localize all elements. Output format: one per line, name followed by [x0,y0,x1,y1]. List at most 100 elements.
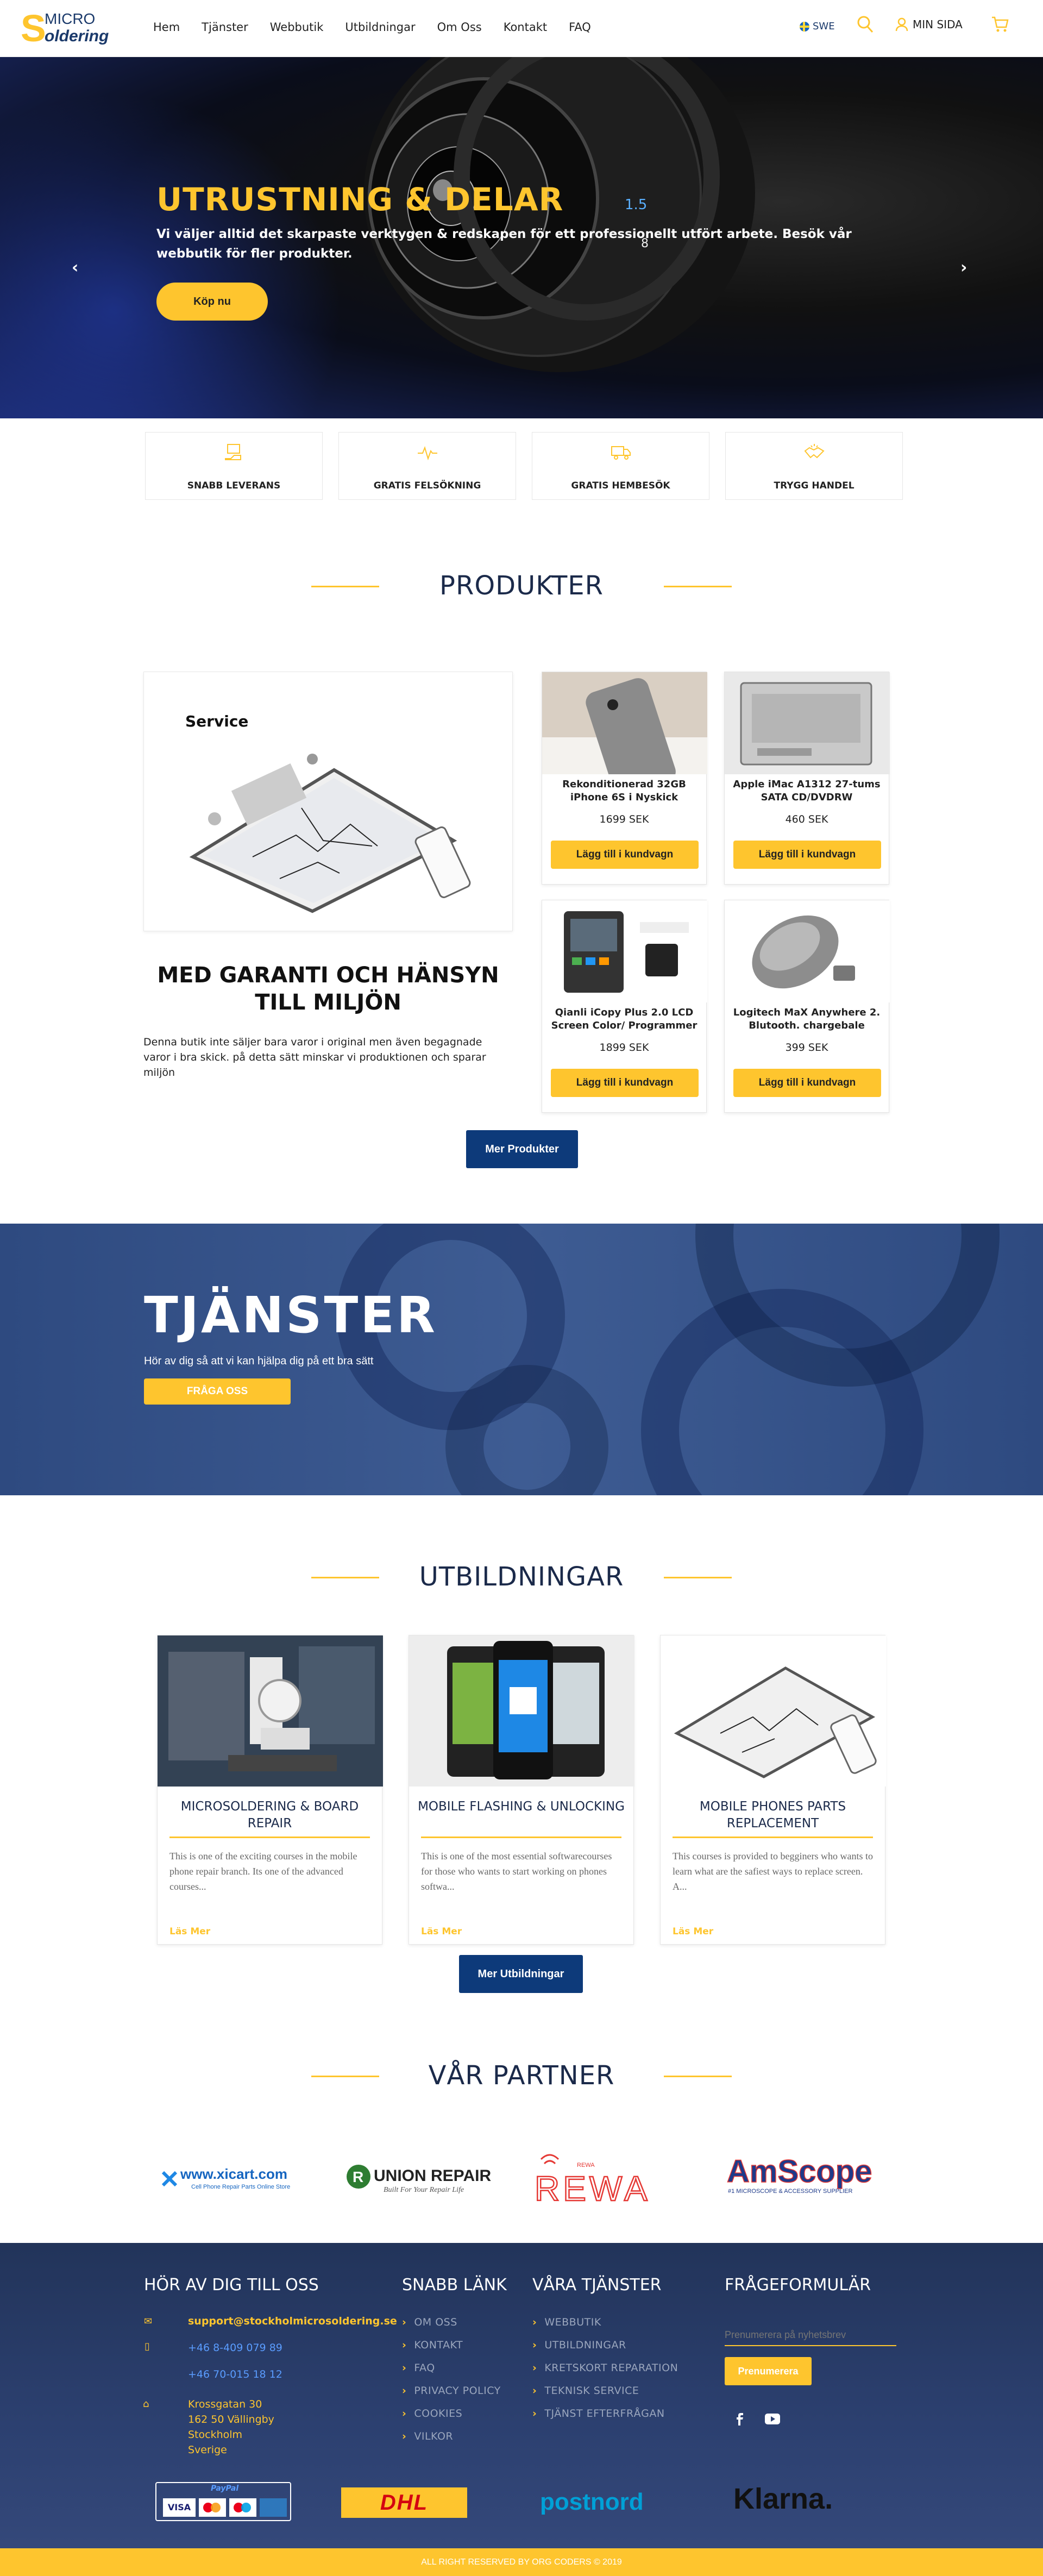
product-image [725,900,890,1002]
course-title: MICROSOLDERING & BOARD REPAIR [180,1800,359,1831]
course-text: This is one of the exciting courses in t… [169,1851,357,1892]
hero-buy-button[interactable]: Köp nu [156,283,268,321]
read-more-link[interactable]: Läs Mer [169,1926,210,1937]
truck-icon [611,446,631,460]
course-text: This is one of the most essential softwa… [421,1851,612,1892]
site-footer: HÖR AV DIG TILL OSS ✉ support@stockholmi… [0,2243,1043,2548]
ask-us-button[interactable]: FRÅGA OSS [144,1378,291,1405]
user-icon [895,17,908,32]
feature-secure-trade: TRYGG HANDEL [725,432,903,500]
footer-link[interactable]: › OM OSS [402,2316,457,2328]
feature-label: GRATIS FELSÖKNING [373,480,481,491]
footer-service-link[interactable]: › TEKNISK SERVICE [532,2385,639,2397]
course-card[interactable]: MOBILE FLASHING & UNLOCKING This is one … [409,1635,634,1945]
footer-address-line: 162 50 Vällingby [188,2414,274,2425]
product-price: 1699 SEK [599,813,649,825]
footer-link[interactable]: › COOKIES [402,2408,462,2420]
search-icon[interactable] [857,15,874,34]
footer-address-line: Krossgatan 30 [188,2398,262,2410]
course-card[interactable]: MICROSOLDERING & BOARD REPAIR This is on… [157,1635,383,1945]
account-link[interactable]: MIN SIDA [895,17,963,32]
hero-next-arrow-icon[interactable]: › [960,258,967,277]
cart-icon[interactable] [991,15,1009,34]
add-to-cart-button[interactable]: Lägg till i kundvagn [733,1069,881,1097]
partner-amscope-logo[interactable]: AmScope #1 MICROSCOPE & ACCESSORY SUPPLI… [726,2152,889,2206]
product-price: 1899 SEK [599,1042,649,1054]
chevron-right-icon: › [532,2339,537,2351]
read-more-link[interactable]: Läs Mer [421,1926,462,1937]
nav-kontakt[interactable]: Kontakt [504,21,547,34]
courses-heading: UTBILDNINGAR [0,1562,1043,1592]
nav-om-oss[interactable]: Om Oss [437,21,482,34]
language-switcher[interactable]: SWE [800,21,835,32]
feature-fast-delivery: SNABB LEVERANS [145,432,323,500]
read-more-link[interactable]: Läs Mer [673,1926,713,1937]
guarantee-title: MED GARANTI OCH HÄNSYN TILL MILJÖN [157,963,499,1015]
nav-faq[interactable]: FAQ [569,21,591,34]
chevron-right-icon: › [532,2362,537,2374]
amscope-tagline: #1 MICROSCOPE & ACCESSORY SUPPLIER [728,2188,853,2195]
footer-services-heading: VÅRA TJÄNSTER [532,2276,662,2295]
nav-webbutik[interactable]: Webbutik [270,21,324,34]
footer-service-link[interactable]: › KRETSKORT REPARATION [532,2362,678,2374]
chevron-right-icon: › [402,2316,407,2328]
chevron-right-icon: › [402,2362,407,2374]
course-image [661,1635,886,1787]
partner-union-repair-logo[interactable]: R UNION REPAIR Built For Your Repair Lif… [345,2152,508,2206]
product-card[interactable]: Logitech MaX Anywhere 2. Blutooth. charg… [724,900,890,1113]
footer-service-link[interactable]: › WEBBUTIK [532,2316,601,2328]
hero-prev-arrow-icon[interactable]: ‹ [72,258,78,277]
product-card[interactable]: Rekonditionerad 32GB iPhone 6S i Nyskick… [542,672,707,885]
product-name: Logitech MaX Anywhere 2. Blutooth. charg… [733,1007,881,1031]
course-title: MOBILE FLASHING & UNLOCKING [418,1800,625,1814]
newsletter-email-input[interactable] [725,2324,896,2346]
footer-link[interactable]: › FAQ [402,2362,435,2374]
chevron-right-icon: › [402,2385,407,2397]
chevron-right-icon: › [402,2430,407,2442]
add-to-cart-button[interactable]: Lägg till i kundvagn [733,841,881,869]
footer-phone-1[interactable]: +46 8-409 079 89 [188,2342,282,2354]
guarantee-text: Denna butik inte säljer bara varor i ori… [143,1036,486,1079]
more-courses-button[interactable]: Mer Utbildningar [459,1955,583,1993]
add-to-cart-button[interactable]: Lägg till i kundvagn [551,841,699,869]
feature-label: SNABB LEVERANS [187,480,281,491]
partner-xicart-logo[interactable]: www.xicart.com Cell Phone Repair Parts O… [161,2152,318,2206]
footer-contact-heading: HÖR AV DIG TILL OSS [144,2276,319,2295]
product-price: 460 SEK [785,813,828,825]
site-header: S MICRO oldering Hem Tjänster Webbutik U… [0,0,1043,57]
microsoldering-logo[interactable]: S MICRO oldering [21,8,118,50]
footer-email[interactable]: support@stockholmicrosoldering.se [188,2315,397,2327]
course-image [409,1635,634,1787]
chevron-right-icon: › [402,2339,407,2351]
product-card[interactable]: Qianli iCopy Plus 2.0 LCD Screen Color/ … [542,900,707,1113]
product-card[interactable]: Apple iMac A1312 27-tums SATA CD/DVDRW 4… [724,672,890,885]
svg-text:S: S [21,8,46,49]
subscribe-button[interactable]: Prenumerera [725,2357,812,2385]
nav-hem[interactable]: Hem [153,21,180,34]
partner-rewa-logo[interactable]: REWA REWA [533,2152,696,2209]
chevron-right-icon: › [402,2408,407,2420]
add-to-cart-button[interactable]: Lägg till i kundvagn [551,1069,699,1097]
nav-utbildningar[interactable]: Utbildningar [345,21,415,34]
facebook-icon[interactable] [733,2412,745,2425]
youtube-icon[interactable] [765,2414,780,2424]
footer-phone-2[interactable]: +46 70-015 18 12 [188,2368,282,2380]
services-banner: TJÄNSTER Hör av dig så att vi kan hjälpa… [0,1224,1043,1495]
union-name: UNION REPAIR [374,2167,491,2185]
chevron-right-icon: › [532,2408,537,2420]
feature-free-home-visit: GRATIS HEMBESÖK [532,432,709,500]
course-card[interactable]: MOBILE PHONES PARTS REPLACEMENT This cou… [660,1635,886,1945]
section-title: PRODUKTER [439,571,604,601]
nav-tjanster[interactable]: Tjänster [202,21,248,34]
footer-link[interactable]: › VILKOR [402,2430,453,2442]
footer-link[interactable]: › PRIVACY POLICY [402,2385,501,2397]
footer-service-link[interactable]: › UTBILDNINGAR [532,2339,626,2351]
more-products-button[interactable]: Mer Produkter [466,1130,578,1168]
dhl-logo: DHL [341,2487,467,2518]
phone-icon: ▯ [144,2341,150,2352]
service-promo-card[interactable]: Service [143,672,513,931]
product-price: 399 SEK [785,1042,828,1054]
footer-service-link[interactable]: › TJÄNST EFTERFRÅGAN [532,2408,665,2420]
footer-link[interactable]: › KONTAKT [402,2339,463,2351]
postnord-logo: postnord [540,2489,644,2515]
